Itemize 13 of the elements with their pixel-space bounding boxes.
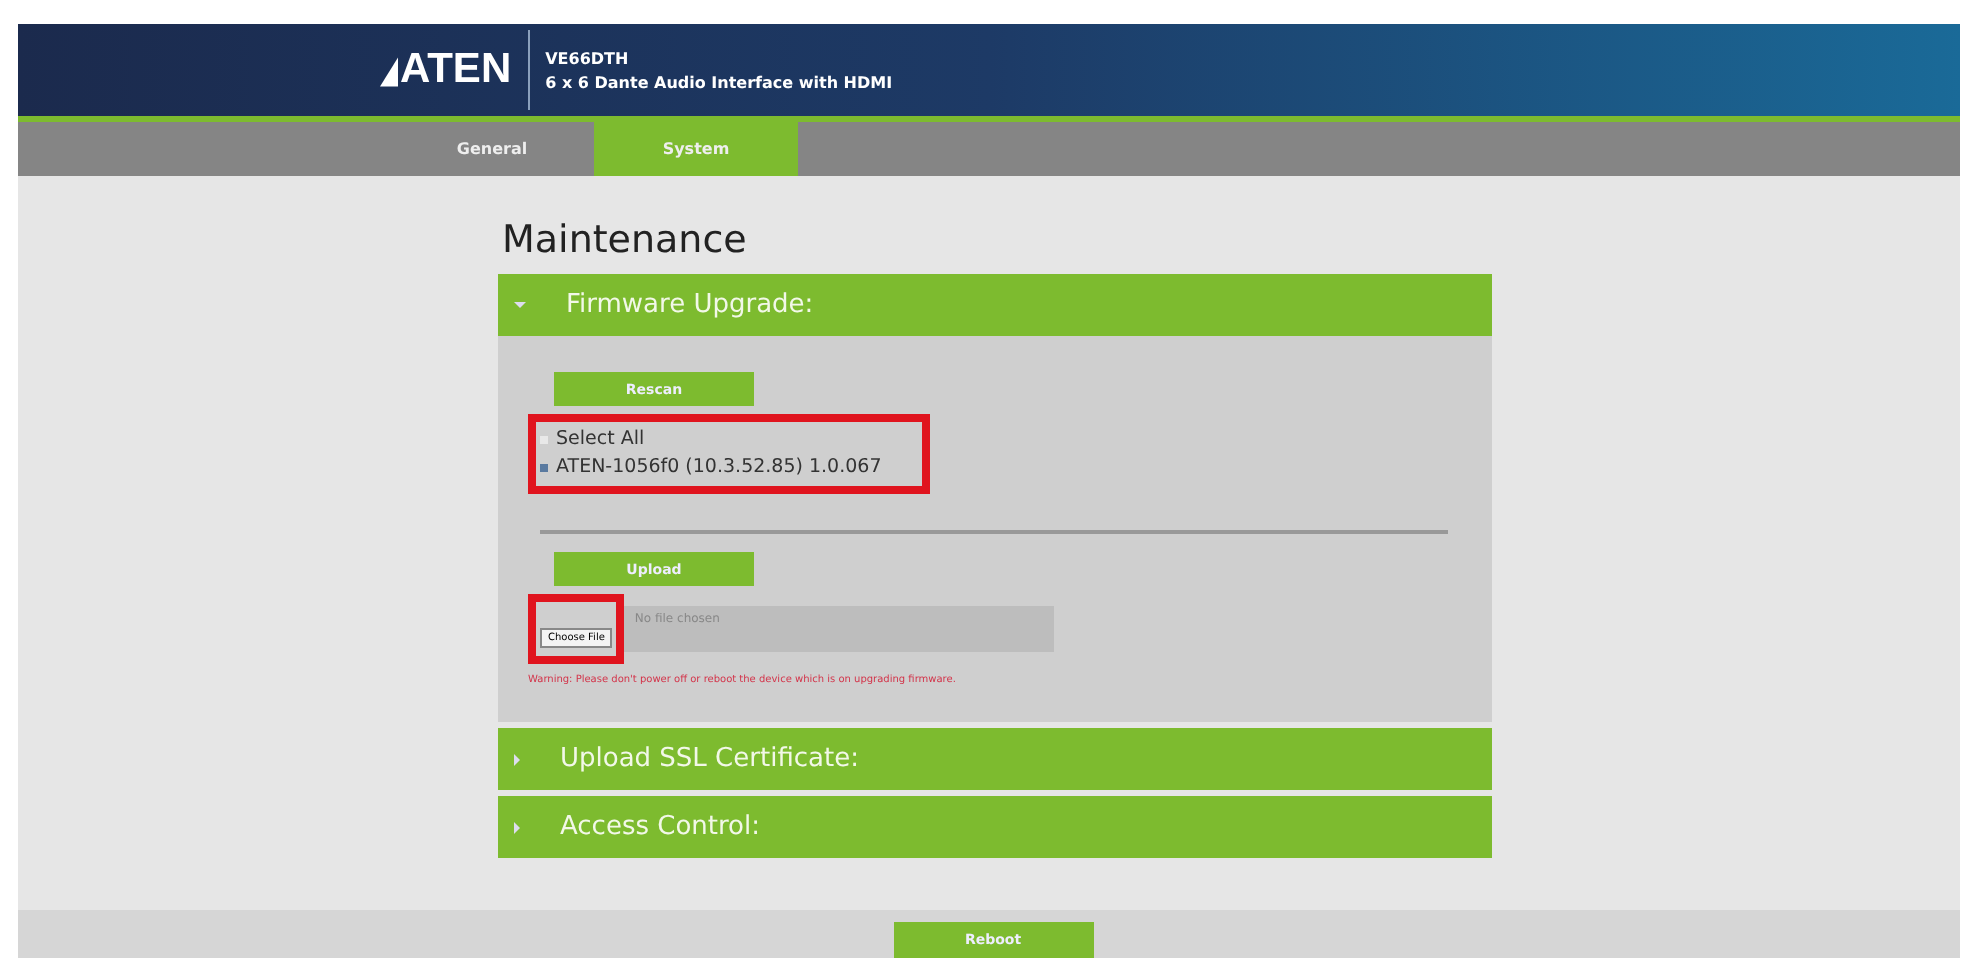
nav-tab[interactable]: General [390,122,594,176]
section-header[interactable]: Firmware Upgrade: [498,274,1492,336]
logo-mark-icon [380,56,398,88]
section-header[interactable]: Access Control: [498,796,1492,858]
nav-tab[interactable]: System [594,122,798,176]
device-label: ATEN-1056f0 (10.3.52.85) 1.0.067 [556,456,882,478]
device-label: Select All [556,428,645,450]
product-name: 6 x 6 Dante Audio Interface with HDMI [545,73,893,91]
brand-logo: ATEN [380,46,512,94]
page-title: Maintenance [502,218,749,262]
model-name: VE66DTH [545,49,631,67]
checkbox[interactable] [540,463,548,471]
section-header[interactable]: Upload SSL Certificate: [498,728,1492,790]
